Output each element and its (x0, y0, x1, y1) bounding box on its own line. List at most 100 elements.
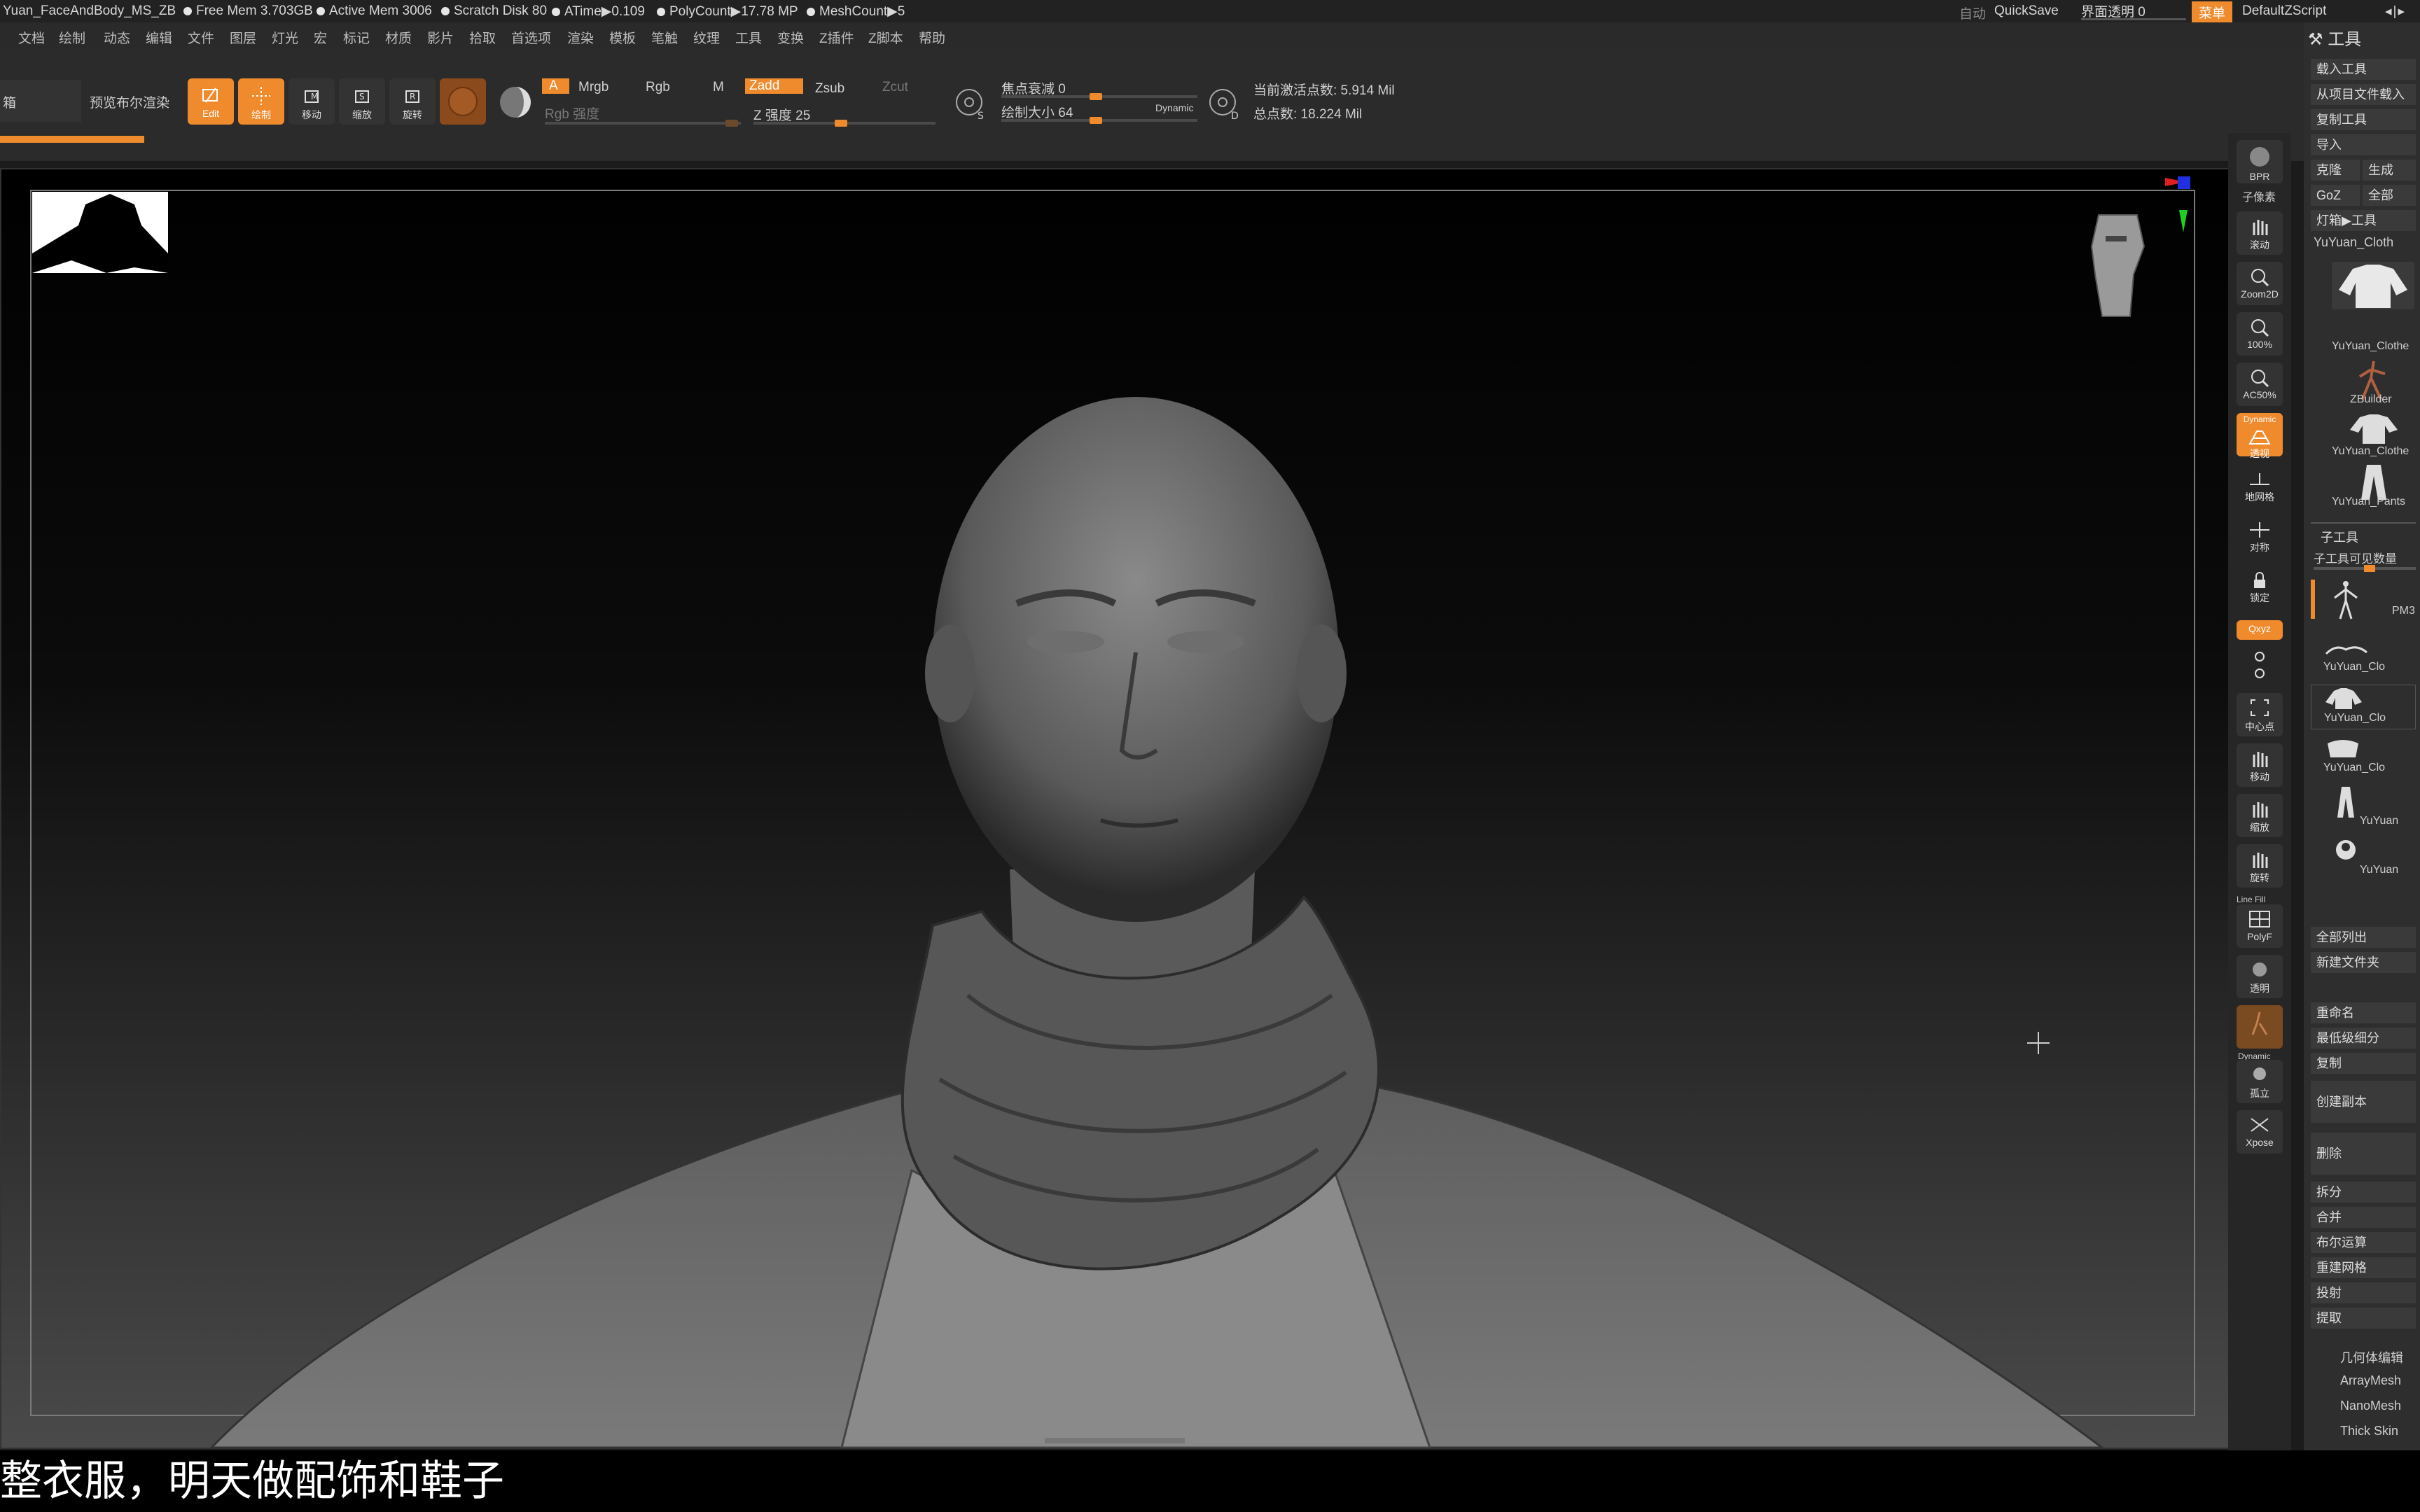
boolean-menu[interactable]: 布尔运算 (2311, 1232, 2416, 1253)
generate-button[interactable]: 生成 (2363, 160, 2416, 181)
lightbox-tools-button[interactable]: 灯箱▶工具 (2311, 210, 2416, 231)
focal-shift-slider[interactable]: 焦点衰减 0 (1001, 78, 1066, 97)
split-menu[interactable]: 拆分 (2311, 1182, 2416, 1203)
zcut-button[interactable]: Zcut (882, 80, 908, 95)
new-folder-button[interactable]: 新建文件夹 (2311, 952, 2416, 973)
arraymesh-menu[interactable]: ArrayMesh (2340, 1373, 2401, 1388)
menu-item-document[interactable]: 文档 (18, 28, 45, 47)
a-button[interactable]: A (542, 78, 569, 94)
rotate-view-button[interactable]: 旋转 (2237, 844, 2283, 888)
nanomesh-menu[interactable]: NanoMesh (2340, 1399, 2401, 1413)
menu-item-zplugin[interactable]: Z插件 (819, 28, 854, 47)
menu-item-macro[interactable]: 宏 (314, 28, 327, 47)
tool-thumb-clothe[interactable] (2332, 262, 2414, 309)
all-button[interactable]: 全部 (2363, 185, 2416, 206)
focal-shift-track[interactable] (1001, 93, 1197, 100)
rgb-button[interactable]: Rgb (646, 80, 670, 95)
menu-item-movie-dynamics[interactable]: 动态 (104, 28, 130, 47)
dynamic-toggle[interactable]: Dynamic (1155, 102, 1193, 113)
delete-button[interactable]: 删除 (2311, 1133, 2416, 1175)
duplicate-button[interactable]: 复制 (2311, 1053, 2416, 1074)
window-controls-icon[interactable]: ◂|▸ (2385, 4, 2406, 20)
ac50-button[interactable]: AC50% (2237, 363, 2283, 406)
subtool-item-scarf[interactable]: YuYuan (2311, 836, 2416, 881)
axis-gizmo[interactable] (2165, 176, 2190, 232)
matcap-button[interactable] (494, 81, 536, 123)
lowest-subdiv-button[interactable]: 最低级细分 (2311, 1028, 2416, 1049)
draw-mode-icon[interactable]: D (1204, 84, 1244, 123)
transparency-button[interactable]: 透明 (2237, 955, 2283, 998)
lock-button[interactable]: 锁定 (2237, 567, 2283, 610)
rgb-intensity-track[interactable] (545, 120, 741, 127)
transparency-slider[interactable]: 界面透明 0 (2081, 1, 2186, 20)
subtool-item-pants[interactable]: YuYuan (2311, 785, 2416, 830)
list-all-button[interactable]: 全部列出 (2311, 927, 2416, 948)
preview-render-button[interactable]: 预览布尔渲染 (90, 92, 169, 111)
menu-item-movie[interactable]: 影片 (427, 28, 454, 47)
move-button[interactable]: M 移动 (288, 78, 335, 125)
xpose-button[interactable]: Xpose (2237, 1110, 2283, 1154)
viewport-scroll-handle[interactable] (1045, 1438, 1185, 1443)
subtool-item-body[interactable]: PM3 (2311, 577, 2416, 624)
menu-item-layer[interactable]: 图层 (230, 28, 256, 47)
thick-skin-menu[interactable]: Thick Skin (2340, 1424, 2398, 1438)
perspective-button[interactable]: Dynamic 透视 (2237, 413, 2283, 459)
import-button[interactable]: 导入 (2311, 134, 2416, 155)
zsub-button[interactable]: Zsub (815, 81, 844, 97)
extract-menu[interactable]: 提取 (2311, 1308, 2416, 1329)
load-from-project-button[interactable]: 从项目文件载入 (2311, 84, 2416, 105)
material-button[interactable] (440, 78, 486, 125)
polyframe-button[interactable]: PolyF (2237, 904, 2283, 948)
create-instance-button[interactable]: 创建副本 (2311, 1081, 2416, 1123)
remesh-menu[interactable]: 重建网格 (2311, 1257, 2416, 1278)
rotate-axis-icons[interactable] (2237, 644, 2283, 683)
navigation-head-gizmo[interactable] (2090, 214, 2146, 317)
menu-item-marker[interactable]: 标记 (343, 28, 370, 47)
clone-button[interactable]: 克隆 (2311, 160, 2360, 181)
quicksave-button[interactable]: QuickSave (1994, 4, 2059, 19)
project-menu[interactable]: 投射 (2311, 1282, 2416, 1303)
menu-item-draw[interactable]: 绘制 (59, 28, 85, 47)
solo-button[interactable]: 孤立 (2237, 1060, 2283, 1103)
subtool-item-cloth-3[interactable]: YuYuan_Clo (2311, 735, 2416, 780)
draw-button[interactable]: 绘制 (238, 78, 284, 125)
bpr-button[interactable]: BPR (2237, 140, 2283, 183)
merge-menu[interactable]: 合并 (2311, 1207, 2416, 1228)
xyz-rotate-button[interactable]: Qxyz (2237, 620, 2283, 640)
menu-item-picker[interactable]: 拾取 (469, 28, 496, 47)
menu-button[interactable]: 菜单 (2192, 1, 2233, 23)
copy-tool-button[interactable]: 复制工具 (2311, 109, 2416, 130)
floor-button[interactable]: 地网格 (2237, 466, 2283, 510)
edit-button[interactable]: Edit (188, 78, 234, 125)
move-view-button[interactable]: 移动 (2237, 743, 2283, 787)
mrgb-button[interactable]: Mrgb (578, 80, 609, 95)
subtool-item-cloth-2[interactable]: YuYuan_Clo (2311, 685, 2416, 729)
menu-item-transform[interactable]: 变换 (777, 28, 804, 47)
tool-panel-header[interactable]: ⚒ 工具 (2308, 25, 2361, 50)
menu-item-edit[interactable]: 编辑 (146, 28, 172, 47)
menu-item-help[interactable]: 帮助 (919, 28, 945, 47)
menu-item-preferences[interactable]: 首选项 (511, 28, 551, 47)
subtool-item-cloth-1[interactable]: YuYuan_Clo (2311, 634, 2416, 679)
menu-item-stroke[interactable]: 笔触 (651, 28, 678, 47)
menu-item-stencil[interactable]: 模板 (609, 28, 636, 47)
scale-button[interactable]: S 缩放 (339, 78, 385, 125)
menu-item-light[interactable]: 灯光 (272, 28, 298, 47)
menu-item-texture[interactable]: 纹理 (693, 28, 720, 47)
draw-size-track[interactable] (1001, 117, 1197, 124)
focal-shift-icon[interactable]: S (951, 84, 990, 123)
menu-item-zscript[interactable]: Z脚本 (868, 28, 903, 47)
subtool-visible-slider[interactable] (2314, 565, 2416, 572)
zoom100-button[interactable]: 100% (2237, 312, 2283, 356)
load-tool-button[interactable]: 载入工具 (2311, 59, 2416, 80)
goz-button[interactable]: GoZ (2311, 185, 2360, 206)
box-button[interactable]: 箱 (0, 80, 81, 122)
zoom2d-button[interactable]: Zoom2D (2237, 262, 2283, 305)
m-button[interactable]: M (713, 80, 724, 95)
navigation-thumbnail[interactable] (32, 192, 168, 273)
subtool-visible-count[interactable]: 子工具可见数量 (2314, 549, 2397, 566)
zadd-button[interactable]: Zadd (745, 78, 804, 94)
menu-item-tool[interactable]: 工具 (735, 28, 762, 47)
z-intensity-slider[interactable]: Z 强度 25 (753, 105, 810, 124)
menu-item-file[interactable]: 文件 (188, 28, 214, 47)
